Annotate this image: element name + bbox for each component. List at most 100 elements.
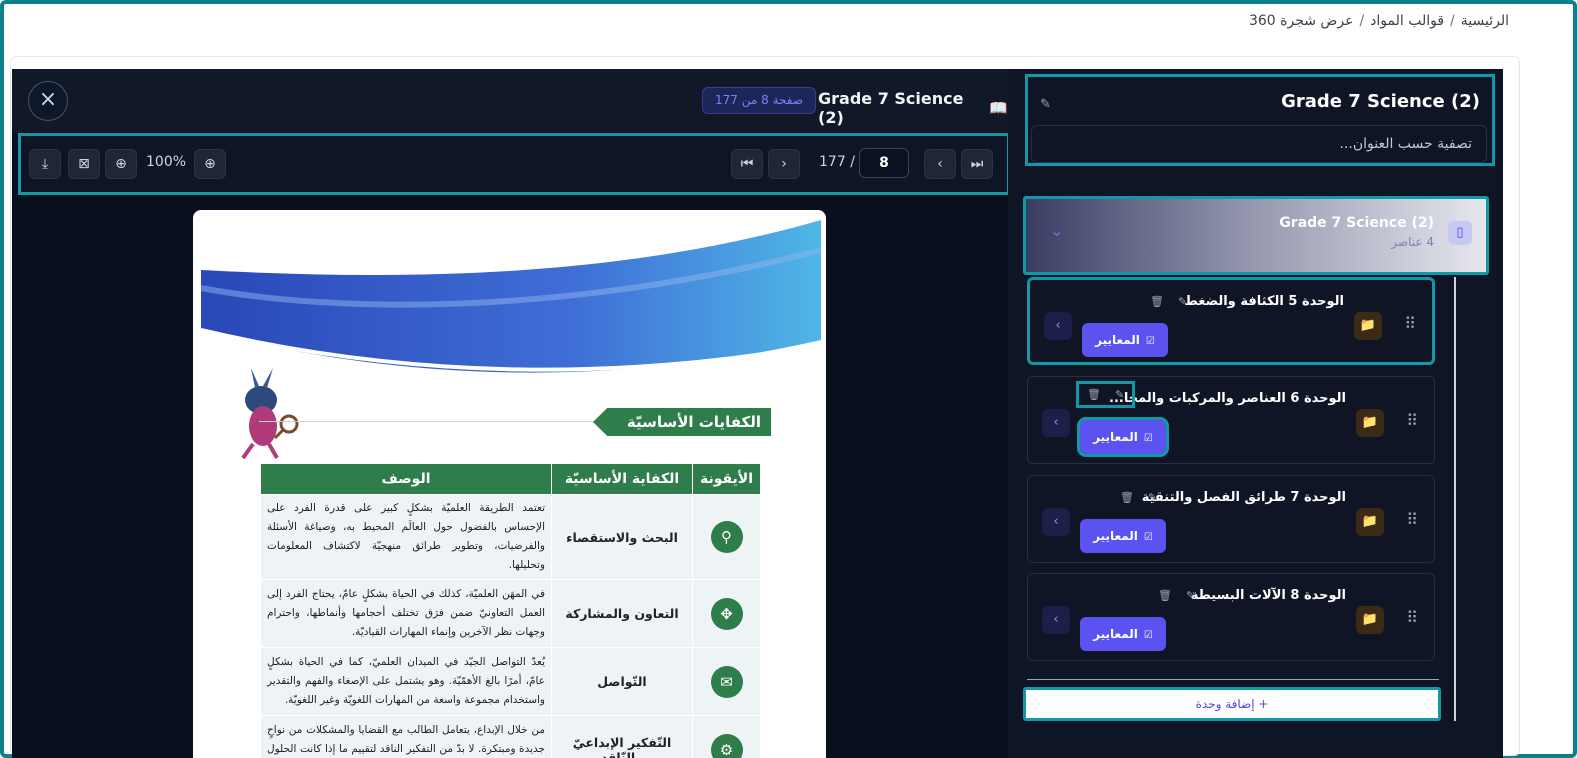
trash-icon[interactable]: 🗑 [1150,295,1164,308]
document-title: Grade 7 Science (2) 📖 [818,89,1008,127]
collaboration-icon: ✥ [710,597,743,630]
breadcrumb-templates[interactable]: قوالب المواد [1370,13,1444,29]
table-row: ✥ التعاون والمشاركة في المهَن العلميّة، … [260,579,761,648]
column-header: الكفاية الأساسيّة [551,463,693,495]
unit-node[interactable]: الوحدة 7 طرائق الفصل والتنقية 🗑 ✎ ☑ المعا… [1027,475,1435,563]
unit-title: الوحدة 7 طرائق الفصل والتنقية [1141,490,1346,505]
unit-actions: 🗑 ✎ [1120,491,1157,504]
tree-panel: Grade 7 Science (2) ✎ تصفية حسب العنوان.… [1008,69,1503,758]
book-icon: 📖 [989,99,1008,117]
edit-icon[interactable]: ✎ [1178,295,1187,308]
drag-handle-icon[interactable]: ⠿ [1406,411,1418,430]
page-badge: صفحة 8 من 177 [702,87,817,114]
unit-actions: 🗑 ✎ [1158,589,1195,602]
checkbox-icon: ☑ [1143,433,1153,444]
divider [1027,679,1439,680]
fit-page-icon[interactable]: ⊠ [68,149,100,179]
chevron-left-icon[interactable]: ‹ [1042,508,1070,536]
unit-actions: 🗑 ✎ [1076,381,1136,408]
checkbox-icon: ☑ [1145,336,1155,347]
filter-input[interactable]: تصفية حسب العنوان... [1031,125,1487,163]
criteria-button[interactable]: ☑ المعايير [1082,323,1168,357]
heading-rule [259,421,599,422]
drag-handle-icon[interactable]: ⠿ [1406,608,1418,627]
viewer-toolbar: ⤓ ⊠ ⊕ 100% ⊕ ⏮ › 177 / 8 ‹ ⏭ [18,133,1008,195]
trash-icon[interactable]: 🗑 [1120,491,1134,504]
zoom-out-icon[interactable]: ⊕ [105,149,137,179]
pdf-page: الكفايات الأساسيّة الأيقونة الكفاية الأس… [193,210,826,758]
criteria-button[interactable]: ☑ المعايير [1080,617,1166,651]
unit-actions: 🗑 ✎ [1150,295,1187,308]
page-total-number: 177 [819,154,846,170]
breadcrumb-home[interactable]: الرئيسية [1461,13,1509,29]
competency-description: يُعدّ التواصل الجيّد في الميدان العلميّ،… [260,647,552,716]
column-header: الوصف [260,463,552,495]
chevron-down-icon[interactable]: ⌄ [1050,221,1063,240]
page-separator: / [850,154,855,170]
folder-icon[interactable]: 📁 [1354,312,1382,340]
table-row: ✉ التّواصل يُعدّ التواصل الجيّد في الميد… [260,647,761,716]
trash-icon[interactable]: 🗑 [1087,388,1101,401]
page-number-input[interactable]: 8 [859,148,909,178]
checkbox-icon: ☑ [1143,630,1153,641]
breadcrumb: الرئيسية / قوالب المواد / عرض شجرة 360 [1249,13,1509,29]
trash-icon[interactable]: 🗑 [1158,589,1172,602]
header-wave-graphic [200,220,822,373]
book-open-icon: ▯ [1448,221,1472,245]
competency-name: البحث والاستقصاء [551,494,693,580]
competency-description: تعتمد الطريقة العلميّة بشكلٍ كبير على قد… [260,494,552,580]
criteria-button[interactable]: ☑ المعايير [1077,417,1169,457]
unit-node[interactable]: الوحدة 8 الآلات البسيطة 🗑 ✎ ☑المعايير 📁 … [1027,573,1435,661]
competency-name: التّفكير الإبداعيّ والنّاقد [551,715,693,758]
criteria-button[interactable]: ☑ المعايير [1080,519,1166,553]
chevron-left-icon[interactable]: ‹ [1044,312,1072,340]
breadcrumb-current: عرض شجرة 360 [1248,13,1354,29]
group-title: Grade 7 Science (2) [1279,215,1434,231]
edit-icon[interactable]: ✎ [1148,491,1157,504]
folder-icon[interactable]: 📁 [1356,606,1384,634]
competency-description: من خلال الإبداع، يتعامل الطالب مع القضاي… [260,715,552,758]
competency-name: التعاون والمشاركة [551,579,693,648]
chevron-left-icon[interactable]: ‹ [1042,409,1070,437]
unit-node[interactable]: الوحدة 5 الكثافة والضغط 🗑 ✎ ☑المعايير 📁 … [1027,277,1435,365]
criteria-label: المعايير [1093,430,1138,444]
criteria-label: المعايير [1093,627,1138,641]
unit-title: الوحدة 5 الكثافة والضغط [1184,294,1344,309]
competency-description: في المهَن العلميّة، كذلك في الحياة بشكلٍ… [260,579,552,648]
next-page-icon[interactable]: ‹ [924,149,956,179]
table-row: ⚲ البحث والاستقصاء تعتمد الطريقة العلميّ… [260,494,761,580]
edit-icon[interactable]: ✎ [1186,589,1195,602]
folder-icon[interactable]: 📁 [1356,409,1384,437]
unit-node[interactable]: الوحدة 6 العناصر والمركبات والمخا... 🗑 ✎… [1027,376,1435,464]
drag-handle-icon[interactable]: ⠿ [1404,314,1416,333]
page-total: 177 / [819,154,855,170]
idea-icon: ⚙ [710,733,743,758]
download-icon[interactable]: ⤓ [29,149,61,179]
first-page-icon[interactable]: ⏮ [731,149,763,179]
add-unit-button[interactable]: + إضافة وحدة [1023,687,1441,721]
table-row: ⚙ التّفكير الإبداعيّ والنّاقد من خلال ال… [260,715,761,758]
zoom-in-icon[interactable]: ⊕ [194,149,226,179]
tree-rail [1454,277,1456,721]
criteria-label: المعايير [1095,333,1140,347]
folder-icon[interactable]: 📁 [1356,508,1384,536]
competencies-table: الأيقونة الكفاية الأساسيّة الوصف ⚲ البحث… [260,463,761,758]
unit-title: الوحدة 8 الآلات البسيطة [1190,588,1346,603]
drag-handle-icon[interactable]: ⠿ [1406,510,1418,529]
column-header: الأيقونة [692,463,761,495]
edit-icon[interactable]: ✎ [1115,388,1124,401]
last-page-icon[interactable]: ⏭ [961,149,993,179]
document-title-text: Grade 7 Science (2) [818,89,964,127]
pdf-viewer: × صفحة 8 من 177 Grade 7 Science (2) 📖 ⤓ … [12,69,1008,758]
chat-icon: ✉ [710,665,743,698]
chevron-left-icon[interactable]: ‹ [1042,606,1070,634]
zoom-level: 100% [146,154,187,170]
breadcrumb-separator: / [1450,13,1455,29]
tree-title: Grade 7 Science (2) [1281,91,1480,112]
breadcrumb-separator: / [1359,13,1365,29]
close-icon[interactable]: × [28,81,68,121]
tree-group-node[interactable]: Grade 7 Science (2) 4 عناصر ⌄ ▯ [1023,196,1489,275]
edit-icon[interactable]: ✎ [1040,97,1051,112]
prev-page-icon[interactable]: › [768,149,800,179]
search-icon: ⚲ [710,521,743,553]
